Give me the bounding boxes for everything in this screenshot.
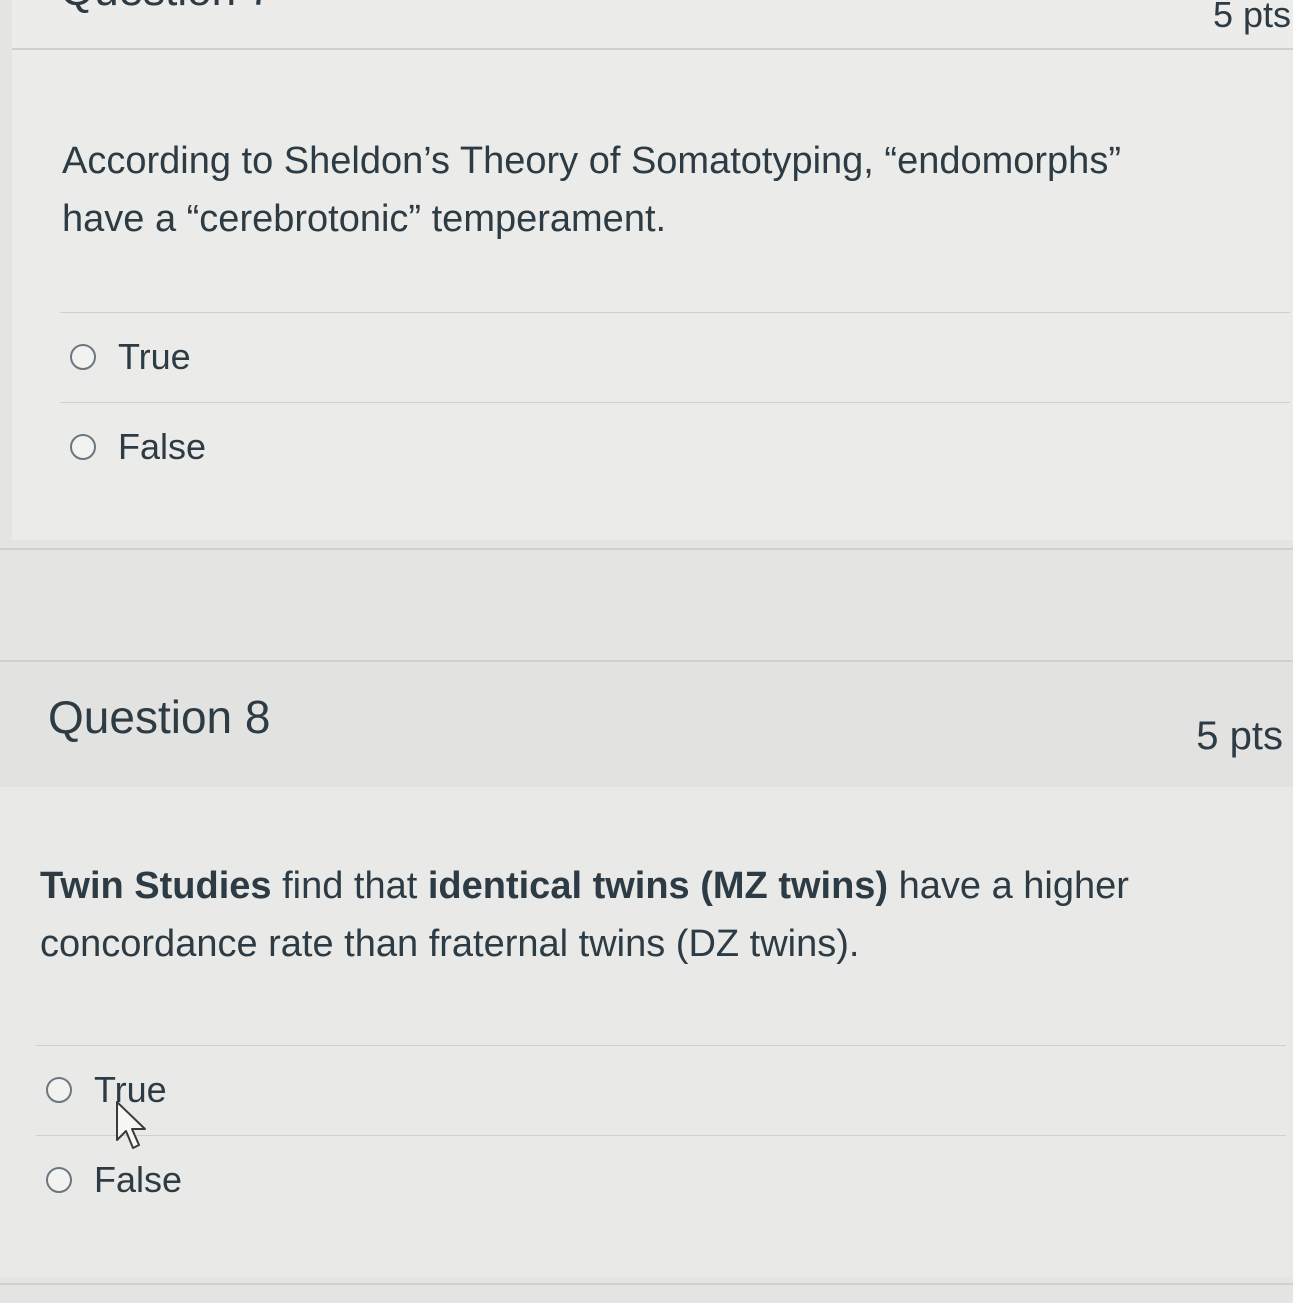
question-8-text-line2: concordance rate than fraternal twins (D… — [40, 923, 860, 965]
mouse-cursor-icon — [116, 1101, 146, 1149]
radio-button-icon[interactable] — [70, 344, 96, 370]
section-divider — [0, 1283, 1293, 1285]
answer-label[interactable]: True — [118, 336, 191, 378]
radio-button-icon[interactable] — [46, 1167, 72, 1193]
question-8-body: Twin Studies find that identical twins (… — [0, 787, 1293, 1277]
question-8-bold-twin-studies: Twin Studies — [40, 865, 272, 907]
answer-option-false[interactable]: False — [36, 1135, 1286, 1224]
question-8-bold-identical-twins: identical twins (MZ twins) — [427, 865, 889, 907]
answer-label[interactable]: False — [94, 1159, 182, 1201]
question-8-text-segment: have a higher — [888, 865, 1129, 907]
question-8-points: 5 pts — [1196, 714, 1283, 758]
question-7-points: 5 pts — [1212, 0, 1291, 35]
section-divider — [0, 548, 1293, 550]
answer-option-true[interactable]: True — [60, 312, 1290, 401]
question-7-header: Question 7 5 pts — [12, 0, 1293, 50]
question-7-text-line1: According to Sheldon’s Theory of Somatot… — [62, 140, 1121, 182]
question-8-text: Twin Studies find that identical twins (… — [40, 857, 1129, 973]
question-7-text: According to Sheldon’s Theory of Somatot… — [62, 132, 1121, 248]
question-8-header: Question 8 5 pts — [0, 660, 1293, 789]
question-8-text-segment: find that — [271, 865, 428, 907]
radio-button-icon[interactable] — [46, 1077, 72, 1103]
question-8-title: Question 8 — [48, 691, 271, 743]
radio-button-icon[interactable] — [70, 434, 96, 460]
answer-label[interactable]: False — [118, 426, 206, 468]
question-7-title: Question 7 — [60, 0, 273, 16]
question-7-text-line2: have a “cerebrotonic” temperament. — [62, 198, 667, 240]
answer-option-false[interactable]: False — [60, 402, 1290, 491]
answer-option-true[interactable]: True — [36, 1045, 1286, 1134]
question-7-body: According to Sheldon’s Theory of Somatot… — [12, 50, 1293, 540]
question-8-text-line1: Twin Studies find that identical twins (… — [40, 857, 1129, 915]
